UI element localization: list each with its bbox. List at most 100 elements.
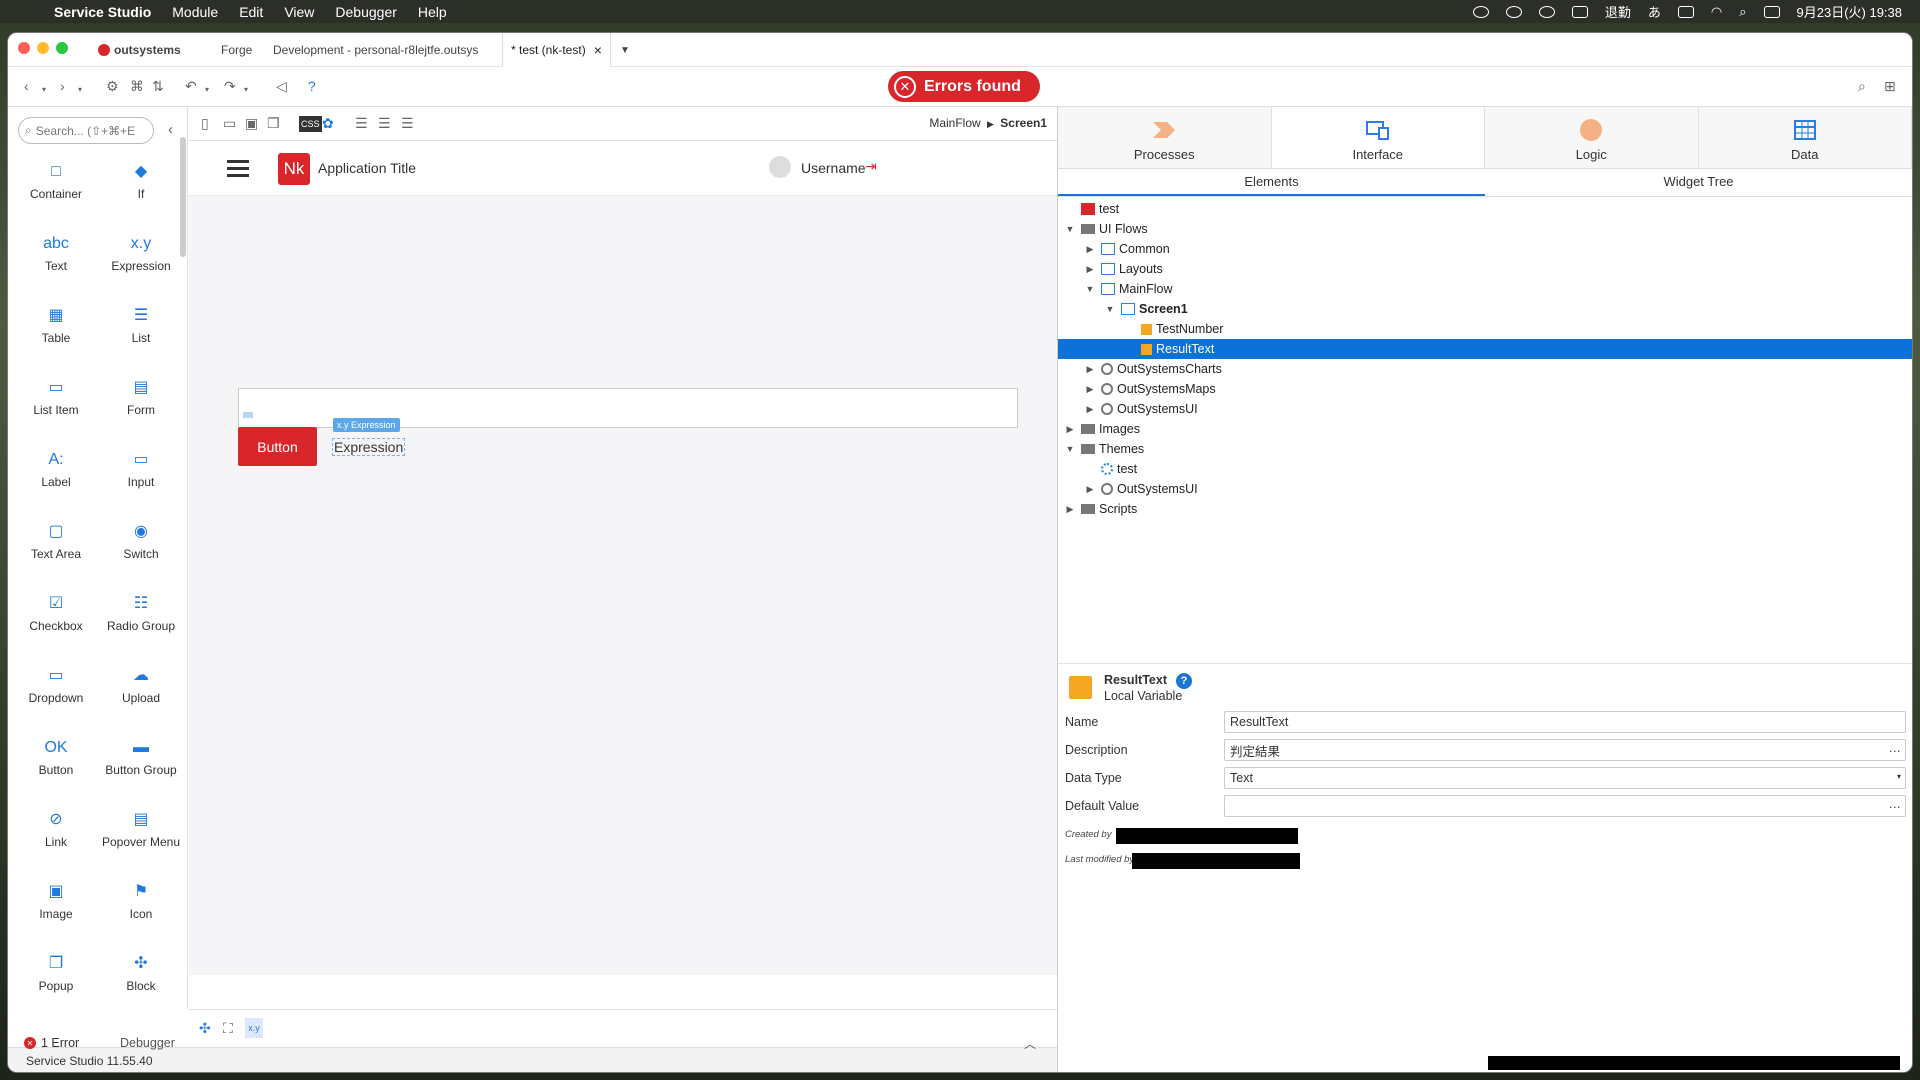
- menu-debugger[interactable]: Debugger: [335, 4, 397, 20]
- description-field[interactable]: 判定結果 …: [1224, 739, 1906, 761]
- tree-expander-icon[interactable]: ▼: [1063, 224, 1077, 234]
- expand-panel-icon[interactable]: ︿: [1024, 1035, 1036, 1052]
- tree-node[interactable]: ▶ OutSystemsUI: [1058, 399, 1912, 419]
- debugger-tab[interactable]: Debugger: [120, 1036, 175, 1050]
- widget-label[interactable]: A: Label: [16, 439, 96, 503]
- tab-environment[interactable]: Development - personal-r8lejtfe.outsys: [273, 33, 493, 67]
- undo-icon[interactable]: ↶: [185, 79, 197, 93]
- widget-if[interactable]: ◆ If: [101, 151, 181, 215]
- plug-icon[interactable]: ⌘: [130, 79, 144, 93]
- css-icon[interactable]: CSS: [299, 116, 322, 132]
- menu-app-name[interactable]: Service Studio: [54, 4, 151, 20]
- help-icon[interactable]: ?: [308, 79, 316, 93]
- tree-node[interactable]: ▶ OutSystemsMaps: [1058, 379, 1912, 399]
- subtab-widget-tree[interactable]: Widget Tree: [1485, 169, 1912, 196]
- menu-hamburger-icon[interactable]: [227, 156, 249, 181]
- breadcrumb-flow[interactable]: MainFlow: [929, 116, 980, 130]
- logout-icon[interactable]: ⇥: [865, 158, 877, 175]
- tree-expander-icon[interactable]: ▶: [1083, 264, 1097, 275]
- back-dropdown-icon[interactable]: ▾: [42, 83, 46, 97]
- tab-interface[interactable]: Interface: [1271, 107, 1485, 168]
- menu-view[interactable]: View: [284, 4, 314, 20]
- control-center-icon[interactable]: [1763, 5, 1780, 18]
- tree-expander-icon[interactable]: ▼: [1083, 284, 1097, 294]
- tree-node[interactable]: ▼ Themes: [1058, 439, 1912, 459]
- undo-dropdown-icon[interactable]: ▾: [205, 83, 209, 97]
- apps-grid-icon[interactable]: ⊞: [1884, 79, 1896, 93]
- menu-edit[interactable]: Edit: [239, 4, 263, 20]
- widget-form[interactable]: ▤ Form: [101, 367, 181, 431]
- widget-upload[interactable]: ☁ Upload: [101, 655, 181, 719]
- tab-module[interactable]: * test (nk-test) ×: [502, 33, 611, 67]
- multi-preview-icon[interactable]: ❐: [267, 116, 280, 130]
- widget-text[interactable]: abc Text: [16, 223, 96, 287]
- widget-image[interactable]: ▣ Image: [16, 871, 96, 935]
- tree-expander-icon[interactable]: ▶: [1083, 484, 1097, 495]
- widget-list[interactable]: ☰ List: [101, 295, 181, 359]
- tree-expander-icon[interactable]: ▶: [1083, 404, 1097, 415]
- tree-expander-icon[interactable]: ▶: [1083, 364, 1097, 375]
- fullscreen-icon[interactable]: ⛶: [223, 1021, 233, 1035]
- widget-switch[interactable]: ◉ Switch: [101, 511, 181, 575]
- tab-logic[interactable]: Logic: [1485, 107, 1699, 168]
- back-icon[interactable]: ‹: [24, 79, 29, 93]
- tree-expander-icon[interactable]: ▶: [1063, 504, 1077, 515]
- tree-expander-icon[interactable]: ▶: [1083, 244, 1097, 255]
- spotlight-search-icon[interactable]: ⌕: [1739, 4, 1746, 20]
- default-value-field[interactable]: …: [1224, 795, 1906, 817]
- widget-list-item[interactable]: ▭ List Item: [16, 367, 96, 431]
- tabs-dropdown-icon[interactable]: ▼: [620, 33, 630, 67]
- widget-block[interactable]: ✣ Block: [101, 943, 181, 1007]
- breadcrumb-screen[interactable]: Screen1: [1000, 116, 1047, 130]
- tree-expander-icon[interactable]: ▼: [1103, 304, 1117, 314]
- widget-dropdown[interactable]: ▭ Dropdown: [16, 655, 96, 719]
- error-count-tab[interactable]: ✕ 1 Error: [24, 1036, 79, 1050]
- tree-node[interactable]: ▶ Layouts: [1058, 259, 1912, 279]
- status-text-taikin[interactable]: 退勤: [1605, 2, 1631, 21]
- tree-node[interactable]: ▼ Screen1: [1058, 299, 1912, 319]
- globe-icon[interactable]: [1538, 5, 1555, 18]
- menu-help[interactable]: Help: [418, 4, 447, 20]
- tree-node[interactable]: ▶ OutSystemsCharts: [1058, 359, 1912, 379]
- selected-widget-tag[interactable]: x.y: [245, 1018, 263, 1038]
- menubar-clock[interactable]: 9月23日(火) 19:38: [1797, 2, 1903, 21]
- wifi-icon[interactable]: ◠: [1711, 4, 1722, 20]
- cloud-icon[interactable]: [1505, 5, 1522, 18]
- tree-expander-icon[interactable]: ▼: [1063, 444, 1077, 454]
- close-tab-icon[interactable]: ×: [594, 42, 602, 58]
- search-icon[interactable]: ⌕: [1858, 79, 1866, 93]
- input-method-indicator[interactable]: あ: [1648, 2, 1661, 21]
- widget-radio-group[interactable]: ☷ Radio Group: [101, 583, 181, 647]
- tree-node[interactable]: TestNumber: [1058, 319, 1912, 339]
- tree-node[interactable]: ▶ Common: [1058, 239, 1912, 259]
- tablet-preview-icon[interactable]: ▭: [223, 116, 236, 130]
- widget-tree-toggle-icon[interactable]: ✣: [199, 1021, 211, 1035]
- tree-expander-icon[interactable]: ▶: [1063, 424, 1077, 435]
- maximize-window-button[interactable]: [56, 42, 68, 54]
- desktop-preview-icon[interactable]: ▣: [245, 116, 258, 130]
- tree-node[interactable]: ResultText: [1058, 339, 1912, 359]
- phone-preview-icon[interactable]: ▯: [201, 116, 209, 130]
- minimize-window-button[interactable]: [37, 42, 49, 54]
- redo-dropdown-icon[interactable]: ▾: [244, 83, 248, 97]
- widget-input[interactable]: ▭ Input: [101, 439, 181, 503]
- tab-data[interactable]: Data: [1698, 107, 1912, 168]
- gear-icon[interactable]: ⚙: [106, 79, 119, 93]
- tab-outsystems-home[interactable]: outsystems: [98, 33, 181, 67]
- tree-node[interactable]: test: [1058, 199, 1912, 219]
- theme-icon[interactable]: ✿: [322, 116, 334, 130]
- subtab-elements[interactable]: Elements: [1058, 169, 1485, 196]
- widget-table[interactable]: ▦ Table: [16, 295, 96, 359]
- announce-icon[interactable]: ◁: [276, 79, 287, 93]
- tree-node[interactable]: ▶ Scripts: [1058, 499, 1912, 519]
- tab-processes[interactable]: Processes: [1058, 107, 1272, 168]
- widget-popover-menu[interactable]: ▤ Popover Menu: [101, 799, 181, 863]
- collapse-toolbox-icon[interactable]: ‹: [168, 121, 173, 138]
- redo-icon[interactable]: ↷: [224, 79, 236, 93]
- expression-widget[interactable]: Expression: [332, 438, 406, 456]
- name-field[interactable]: ResultText: [1224, 711, 1906, 733]
- menu-module[interactable]: Module: [172, 4, 218, 20]
- app-title[interactable]: Application Title: [318, 160, 416, 176]
- align-right-icon[interactable]: ☰: [401, 116, 414, 130]
- close-window-button[interactable]: [18, 42, 30, 54]
